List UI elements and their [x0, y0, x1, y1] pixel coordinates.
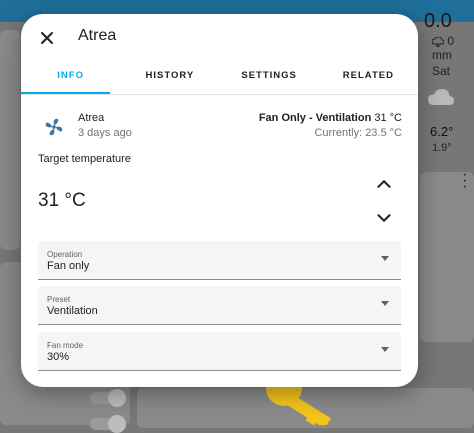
dialog-title: Atrea — [78, 27, 117, 44]
tab-history[interactable]: HISTORY — [120, 62, 219, 94]
tab-info[interactable]: INFO — [21, 62, 120, 94]
background-weather-card: 0.0 0 mm Sat 6.2° 1.9° — [418, 10, 474, 160]
tab-bar: INFO HISTORY SETTINGS RELATED — [21, 62, 418, 95]
entity-state: Fan Only - Ventilation 31 °C — [259, 112, 402, 124]
caret-down-icon — [381, 347, 389, 352]
chevron-down-icon[interactable] — [373, 207, 395, 229]
active-tab-indicator — [21, 92, 110, 94]
caret-down-icon — [381, 256, 389, 261]
state-temperature: 31 °C — [374, 112, 402, 124]
preset-select[interactable]: Preset Ventilation — [38, 286, 401, 325]
target-temperature-value: 31 °C — [38, 190, 86, 211]
weather-precipitation: 0 mm — [431, 34, 474, 62]
entity-last-changed: 3 days ago — [78, 127, 132, 139]
select-value: Fan only — [47, 260, 90, 272]
target-temperature-label: Target temperature — [38, 153, 131, 165]
select-label: Preset — [47, 295, 71, 304]
entity-name: Atrea — [78, 112, 105, 124]
more-options-icon[interactable]: · · · — [462, 167, 467, 195]
tab-related[interactable]: RELATED — [319, 62, 418, 94]
fan-icon — [45, 118, 63, 136]
weather-current-temp: 0.0 — [424, 10, 452, 32]
background-toggle[interactable] — [90, 389, 126, 407]
state-mode: Fan Only - Ventilation — [258, 112, 372, 124]
background-card — [420, 172, 474, 342]
select-label: Operation — [47, 250, 83, 259]
fan-mode-select[interactable]: Fan mode 30% — [38, 332, 401, 371]
select-label: Fan mode — [47, 341, 84, 350]
current-temperature: Currently: 23.5 °C — [314, 127, 402, 139]
weather-forecast-high: 6.2° — [430, 124, 454, 139]
toggle-knob — [108, 389, 126, 407]
weather-forecast-low: 1.9° — [432, 142, 452, 154]
toggle-knob — [108, 415, 126, 433]
weather-forecast-day: Sat — [432, 64, 451, 78]
cloud-icon — [428, 89, 454, 105]
rain-cloud-icon — [431, 36, 445, 48]
tab-settings[interactable]: SETTINGS — [220, 62, 319, 94]
select-value: 30% — [47, 351, 70, 363]
background-card — [0, 30, 20, 250]
close-icon[interactable] — [35, 26, 59, 50]
caret-down-icon — [381, 301, 389, 306]
background-toggle[interactable] — [90, 415, 126, 433]
select-value: Ventilation — [47, 305, 98, 317]
more-info-dialog: Atrea INFO HISTORY SETTINGS RELATED Atre… — [21, 14, 418, 387]
operation-select[interactable]: Operation Fan only — [38, 241, 401, 280]
chevron-up-icon[interactable] — [373, 173, 395, 195]
entity-row: Atrea 3 days ago Fan Only - Ventilation … — [21, 110, 418, 146]
